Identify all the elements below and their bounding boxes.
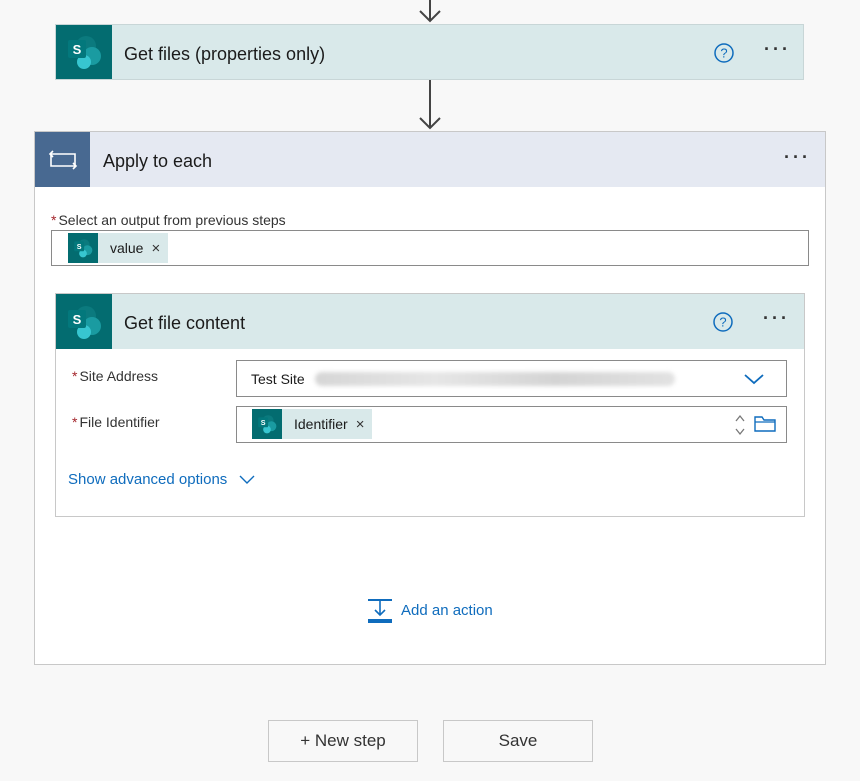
svg-text:S: S — [73, 42, 82, 57]
chevron-down-icon[interactable] — [744, 372, 764, 391]
svg-text:S: S — [73, 312, 82, 327]
sharepoint-icon: S — [56, 25, 112, 79]
svg-text:?: ? — [719, 315, 726, 330]
loop-icon — [35, 132, 90, 187]
output-field-label: * Select an output from previous steps — [51, 212, 286, 228]
value-token-label: value — [110, 240, 144, 256]
show-advanced-options-text: Show advanced options — [68, 471, 228, 488]
get-file-content-title: Get file content — [124, 313, 246, 333]
connector-arrow-top — [419, 0, 441, 24]
show-advanced-options-link[interactable]: Show advanced options — [68, 471, 255, 488]
identifier-token: S Identifier × — [252, 409, 373, 439]
apply-to-each-header[interactable]: Apply to each ··· — [35, 132, 825, 187]
site-address-label: * Site Address — [72, 368, 158, 384]
output-field-label-text: Select an output from previous steps — [58, 212, 286, 228]
svg-text:?: ? — [720, 46, 727, 61]
svg-text:S: S — [261, 419, 266, 427]
identifier-token-label: Identifier — [294, 416, 348, 432]
file-identifier-label: * File Identifier — [72, 414, 160, 430]
add-action-icon[interactable] — [367, 598, 393, 629]
get-file-content-action-card: S Get file content ? ··· * Site Address T… — [55, 293, 805, 517]
get-files-title: Get files (properties only) — [124, 44, 326, 64]
output-select-input[interactable]: S value × — [51, 230, 809, 266]
sharepoint-icon: S — [68, 233, 98, 263]
required-marker: * — [72, 414, 78, 430]
site-address-label-text: Site Address — [79, 368, 159, 384]
new-step-button[interactable]: + New step — [268, 720, 418, 762]
file-identifier-input[interactable]: S Identifier × — [236, 406, 787, 443]
remove-token-icon[interactable]: × — [151, 240, 160, 257]
save-button[interactable]: Save — [443, 720, 593, 762]
required-marker: * — [72, 368, 78, 384]
get-file-content-header[interactable]: S Get file content ? ··· — [56, 294, 804, 349]
required-marker: * — [51, 212, 57, 228]
more-options-icon[interactable]: ··· — [784, 147, 811, 168]
stepper-arrows-icon[interactable] — [734, 413, 746, 442]
apply-to-each-container: Apply to each ··· * Select an output from… — [34, 131, 826, 665]
get-files-action-card[interactable]: S Get files (properties only) ? ··· — [55, 24, 804, 80]
chevron-down-icon — [239, 475, 255, 485]
add-action-link[interactable]: Add an action — [401, 602, 493, 619]
site-address-dropdown[interactable]: Test Site — [236, 360, 787, 397]
more-options-icon[interactable]: ··· — [764, 39, 791, 60]
blurred-site-url — [315, 372, 675, 386]
folder-icon[interactable] — [754, 416, 776, 437]
more-options-icon[interactable]: ··· — [763, 308, 790, 329]
help-icon[interactable]: ? — [713, 312, 733, 332]
value-token: S value × — [68, 233, 169, 263]
sharepoint-icon: S — [56, 294, 112, 349]
connector-arrow-mid — [419, 80, 441, 131]
help-icon[interactable]: ? — [714, 43, 734, 63]
file-identifier-label-text: File Identifier — [79, 414, 160, 430]
sharepoint-icon: S — [252, 409, 282, 439]
remove-token-icon[interactable]: × — [356, 416, 365, 433]
apply-to-each-title: Apply to each — [103, 151, 213, 171]
svg-text:S: S — [77, 243, 82, 251]
site-address-value: Test Site — [251, 371, 305, 387]
